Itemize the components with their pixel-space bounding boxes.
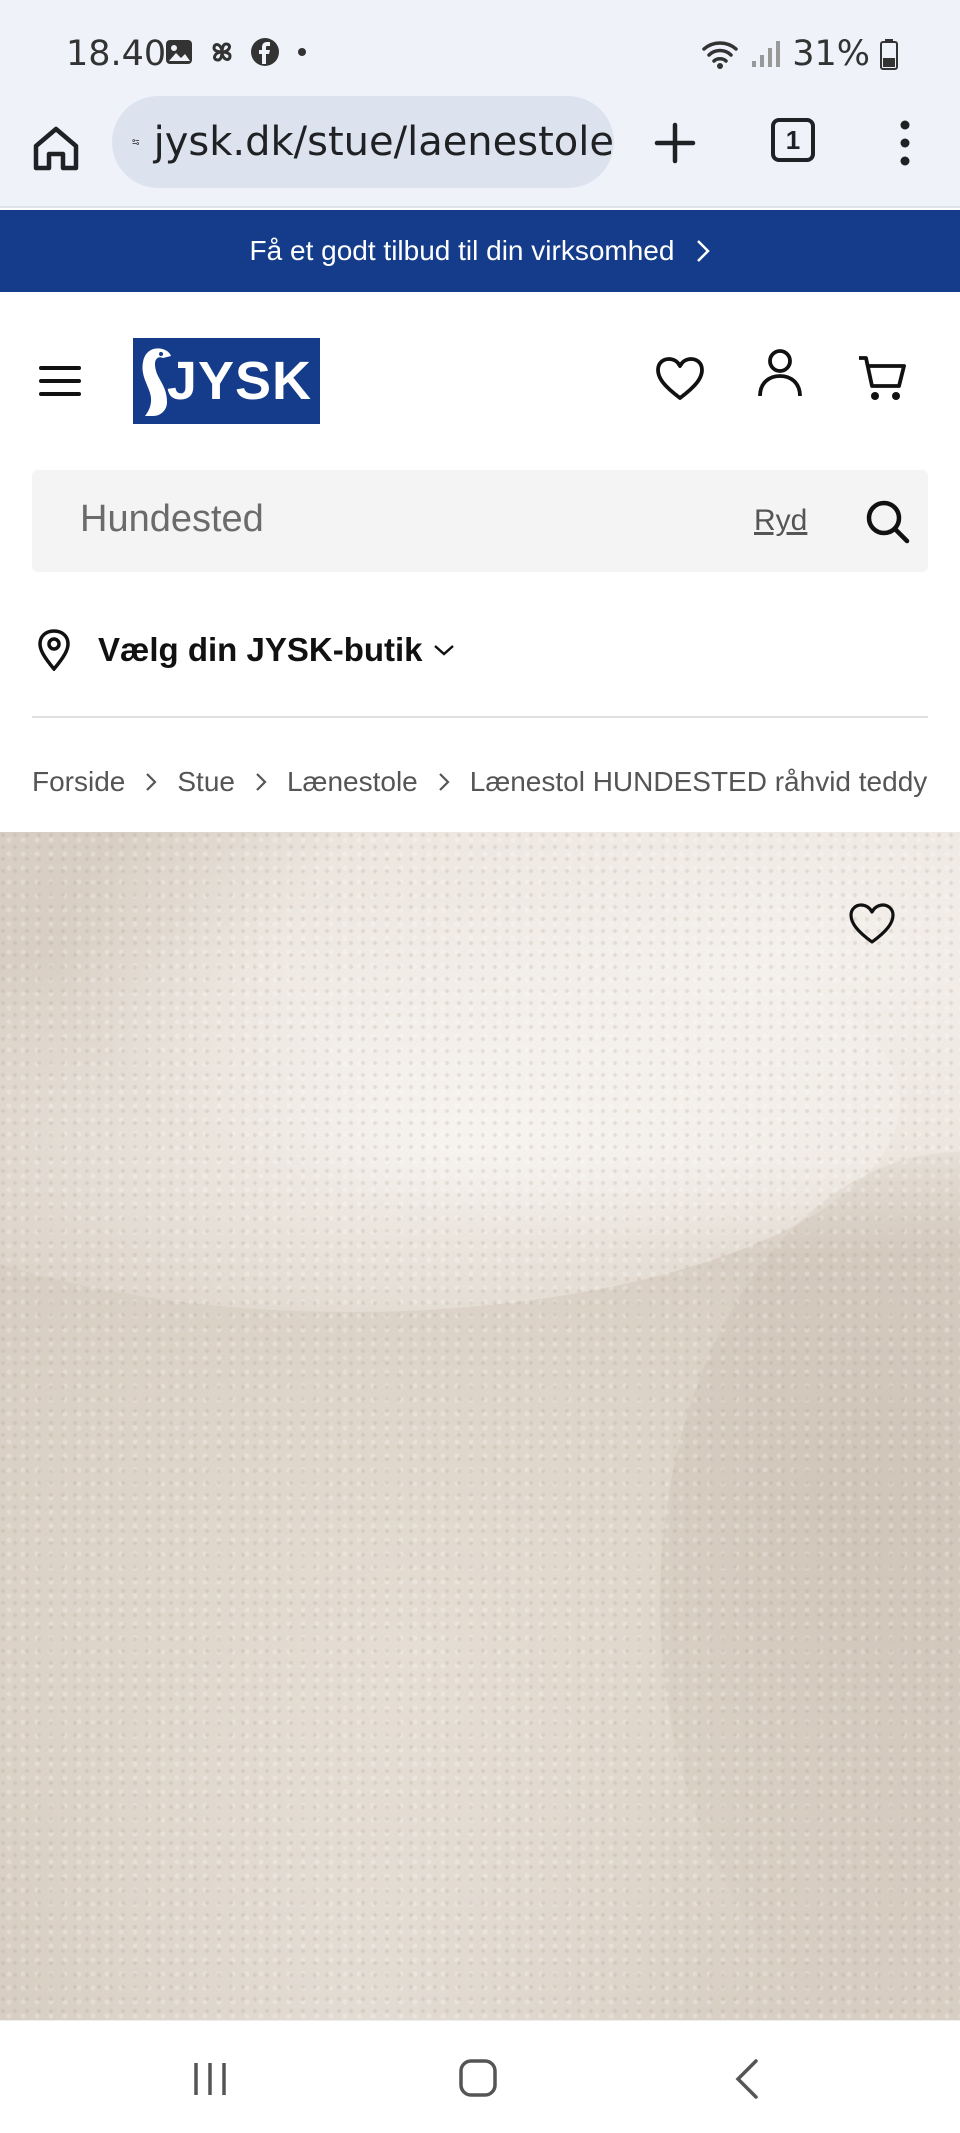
favorite-heart-icon[interactable] <box>848 902 896 946</box>
search-icon[interactable] <box>864 498 910 544</box>
tab-switcher-button[interactable]: 1 <box>771 118 815 162</box>
status-bar: 18.40 31% <box>0 0 960 104</box>
site-header: JYSK <box>0 292 960 468</box>
more-menu-icon[interactable] <box>895 118 915 168</box>
jysk-logo[interactable]: JYSK <box>133 338 320 424</box>
url-text[interactable]: jysk.dk/stue/laenestole <box>154 119 614 165</box>
wishlist-heart-icon[interactable] <box>655 356 705 402</box>
goose-logo-icon <box>142 348 171 416</box>
site-settings-icon[interactable] <box>132 124 140 160</box>
breadcrumb-item[interactable]: Lænestole <box>287 766 418 798</box>
store-selector[interactable]: Vælg din JYSK-butik <box>36 620 455 680</box>
search-clear-button[interactable]: Ryd <box>754 504 807 538</box>
breadcrumb: Forside Stue Lænestole Lænestol HUNDESTE… <box>32 760 928 804</box>
divider <box>32 716 928 718</box>
new-tab-icon[interactable] <box>650 118 700 168</box>
search-box: Ryd <box>32 470 928 572</box>
breadcrumb-current: Lænestol HUNDESTED råhvid teddy <box>469 766 928 797</box>
promo-text[interactable]: Få et godt tilbud til din virksomhed <box>250 235 675 267</box>
battery-icon <box>880 39 898 70</box>
wifi-icon <box>702 41 738 69</box>
location-pin-icon <box>38 629 70 671</box>
search-input[interactable] <box>80 498 680 541</box>
pinwheel-icon <box>212 42 232 62</box>
hamburger-menu-icon[interactable] <box>38 364 82 398</box>
chevron-right-icon <box>438 772 450 792</box>
breadcrumb-item[interactable]: Forside <box>32 766 125 798</box>
gallery-icon <box>166 40 192 64</box>
home-icon[interactable] <box>30 122 82 174</box>
breadcrumb-item[interactable]: Stue <box>177 766 235 798</box>
battery-percent: 31% <box>792 34 870 74</box>
signal-icon <box>752 41 781 67</box>
business-offer-banner[interactable]: Få et godt tilbud til din virksomhed <box>0 210 960 292</box>
chevron-right-icon <box>255 772 267 792</box>
facebook-icon <box>251 38 279 66</box>
system-icons: 31% <box>700 34 898 74</box>
chevron-down-icon <box>433 645 454 656</box>
back-icon[interactable] <box>732 2057 762 2101</box>
product-image[interactable] <box>0 832 960 2020</box>
cart-icon[interactable] <box>857 354 907 402</box>
address-bar[interactable]: jysk.dk/stue/laenestole <box>112 96 614 188</box>
fabric-texture <box>0 832 960 2020</box>
dot-icon <box>298 48 306 56</box>
logo-text: JYSK <box>166 351 312 411</box>
recent-apps-icon[interactable] <box>190 2059 230 2099</box>
notification-icons <box>164 36 312 68</box>
home-button-icon[interactable] <box>458 2057 498 2099</box>
browser-toolbar: jysk.dk/stue/laenestole 1 <box>0 96 960 208</box>
chevron-right-icon <box>145 772 157 792</box>
chevron-right-icon <box>697 240 711 262</box>
store-selector-label[interactable]: Vælg din JYSK-butik <box>98 631 423 669</box>
status-time: 18.40 <box>66 34 167 74</box>
account-user-icon[interactable] <box>757 348 803 398</box>
system-nav-bar <box>0 2020 960 2133</box>
